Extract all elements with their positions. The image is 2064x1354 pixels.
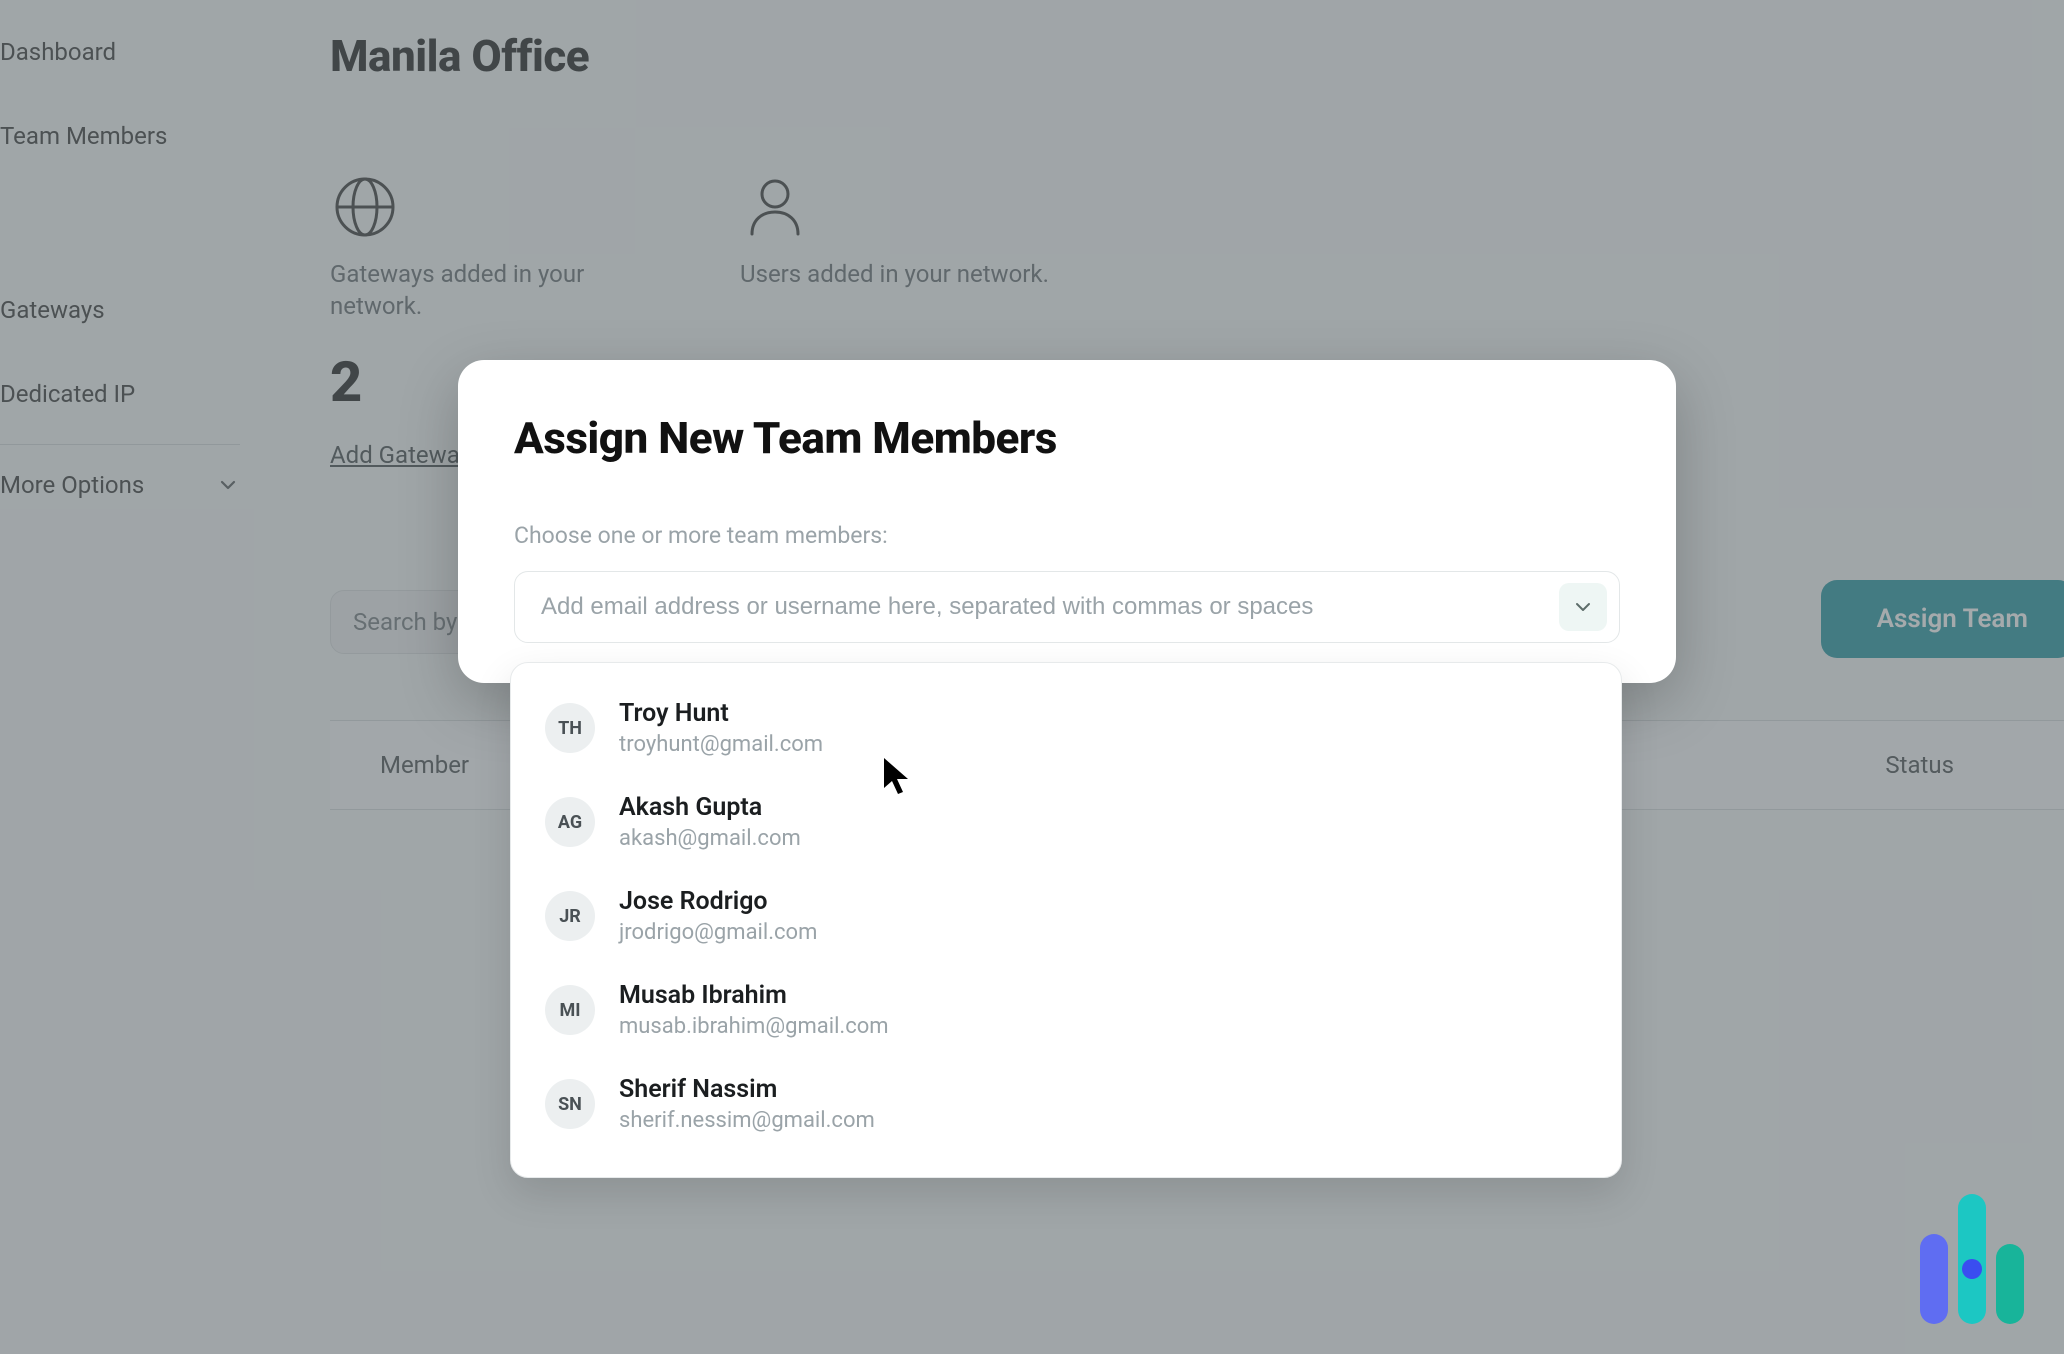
avatar: JR: [545, 891, 595, 941]
modal-subtitle: Choose one or more team members:: [514, 522, 1620, 549]
member-option[interactable]: JR Jose Rodrigo jrodrigo@gmail.com: [511, 869, 1621, 963]
member-email: akash@gmail.com: [619, 826, 801, 851]
member-email: sherif.nessim@gmail.com: [619, 1108, 875, 1133]
avatar: AG: [545, 797, 595, 847]
member-input[interactable]: [541, 593, 1547, 621]
member-dropdown: TH Troy Hunt troyhunt@gmail.com AG Akash…: [510, 662, 1622, 1178]
modal-title: Assign New Team Members: [514, 412, 1620, 464]
chevron-down-icon: [1574, 598, 1592, 616]
member-email: troyhunt@gmail.com: [619, 732, 823, 757]
avatar: TH: [545, 703, 595, 753]
member-name: Akash Gupta: [619, 793, 801, 822]
combobox-toggle[interactable]: [1559, 583, 1607, 631]
brand-bar: [1958, 1194, 1986, 1324]
member-name: Musab Ibrahim: [619, 981, 889, 1010]
brand-bar: [1920, 1234, 1948, 1324]
member-email: musab.ibrahim@gmail.com: [619, 1014, 889, 1039]
brand-bar: [1996, 1244, 2024, 1324]
member-option[interactable]: AG Akash Gupta akash@gmail.com: [511, 775, 1621, 869]
member-name: Sherif Nassim: [619, 1075, 875, 1104]
avatar: MI: [545, 985, 595, 1035]
brand-logo: [1920, 1194, 2024, 1324]
member-option[interactable]: SN Sherif Nassim sherif.nessim@gmail.com: [511, 1057, 1621, 1151]
assign-members-modal: Assign New Team Members Choose one or mo…: [458, 360, 1676, 683]
member-name: Jose Rodrigo: [619, 887, 817, 916]
member-email: jrodrigo@gmail.com: [619, 920, 817, 945]
member-combobox[interactable]: [514, 571, 1620, 643]
avatar: SN: [545, 1079, 595, 1129]
member-option[interactable]: MI Musab Ibrahim musab.ibrahim@gmail.com: [511, 963, 1621, 1057]
member-option[interactable]: TH Troy Hunt troyhunt@gmail.com: [511, 681, 1621, 775]
member-name: Troy Hunt: [619, 699, 823, 728]
